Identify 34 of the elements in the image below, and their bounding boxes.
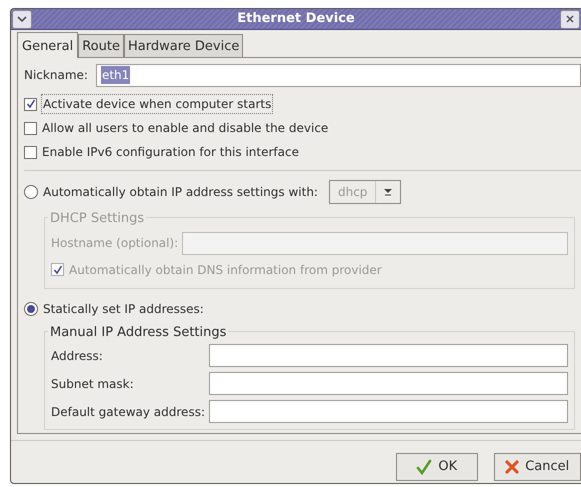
text-field[interactable]	[209, 344, 568, 367]
close-button[interactable]	[560, 10, 580, 28]
tab[interactable]: Hardware Device	[124, 34, 244, 57]
checkbox-label: Automatically obtain DNS information from provider	[69, 262, 382, 278]
radio-label: Automatically obtain IP address settings with:	[43, 184, 318, 201]
field-label: Nickname:	[24, 67, 88, 84]
window-title: Ethernet Device	[236, 10, 356, 28]
text-field[interactable]	[209, 400, 568, 423]
check-icon	[416, 459, 432, 475]
checkbox[interactable]	[24, 98, 37, 110]
caret-down-icon	[384, 188, 392, 196]
field-label: Subnet mask:	[51, 376, 135, 392]
radio-button[interactable]	[24, 185, 38, 199]
field-label: Default gateway address:	[51, 404, 205, 420]
menu-button[interactable]	[12, 10, 32, 28]
field-label: Address:	[51, 348, 104, 364]
ok-button[interactable]: OK	[396, 453, 478, 481]
field-label: Hostname (optional):	[51, 235, 178, 252]
chevron-down-icon	[17, 16, 27, 22]
close-icon	[566, 15, 574, 23]
radio-label: Statically set IP addresses:	[43, 300, 204, 318]
dropdown-value: dhcp	[330, 181, 376, 203]
cancel-icon	[505, 460, 520, 474]
text-field[interactable]	[209, 372, 568, 395]
tab[interactable]: Route	[78, 34, 124, 57]
radio-button[interactable]	[24, 302, 38, 316]
checkbox[interactable]	[24, 146, 37, 158]
checkbox-label: Allow all users to enable and disable the device	[42, 120, 328, 137]
tab[interactable]: General	[17, 32, 78, 58]
cancel-button[interactable]: Cancel	[494, 453, 581, 481]
checkbox[interactable]	[24, 122, 37, 134]
checkbox-label: Activate device when computer starts	[42, 95, 272, 113]
input-value: eth1	[100, 66, 130, 84]
checkbox-label: Enable IPv6 configuration for this interface	[42, 144, 299, 161]
